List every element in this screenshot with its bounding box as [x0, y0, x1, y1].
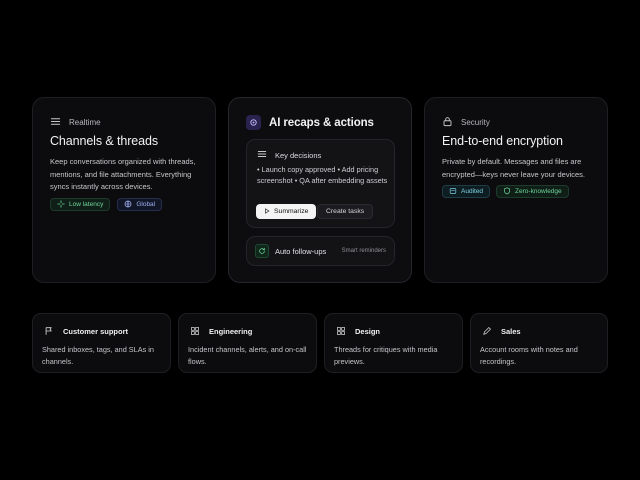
realtime-eyebrow-label: Realtime — [69, 118, 101, 127]
key-decisions-heading: Key decisions — [275, 150, 322, 160]
customer-support-title: Customer support — [63, 326, 129, 336]
play-icon — [264, 207, 270, 216]
summarize-button[interactable]: Summarize — [256, 204, 317, 219]
use-case-engineering[interactable]: Engineering Incident channels, alerts, a… — [178, 313, 317, 373]
design-description: Threads for critiques with media preview… — [334, 345, 438, 366]
realtime-description: Keep conversations organized with thread… — [50, 157, 196, 191]
grid-icon — [334, 324, 348, 338]
use-case-design[interactable]: Design Threads for critiques with media … — [324, 313, 463, 373]
security-description: Private by default. Messages and files a… — [442, 157, 585, 179]
document-icon — [449, 187, 457, 197]
key-decisions-text: • Launch copy approved • Add pricing scr… — [257, 165, 388, 185]
realtime-card: Realtime Channels & threads Keep convers… — [32, 97, 216, 283]
list-icon — [257, 149, 267, 161]
global-badge: Global — [117, 198, 163, 211]
globe-icon — [124, 200, 132, 210]
smart-reminders-hint: Smart reminders — [341, 248, 386, 254]
security-eyebrow-label: Security — [461, 118, 490, 127]
security-eyebrow: Security — [442, 116, 490, 129]
customer-support-description: Shared inboxes, tags, and SLAs in channe… — [42, 345, 154, 366]
use-case-customer-support[interactable]: Customer support Shared inboxes, tags, a… — [32, 313, 171, 373]
low-latency-label: Low latency — [69, 201, 104, 208]
audited-badge: Audited — [442, 185, 491, 198]
auto-followups-panel[interactable]: Auto follow-ups Smart reminders — [246, 236, 395, 266]
engineering-description: Incident channels, alerts, and on-call f… — [188, 345, 307, 366]
ai-badge-icon — [246, 115, 261, 130]
create-tasks-label: Create tasks — [326, 208, 365, 215]
ai-title: AI recaps & actions — [269, 116, 374, 129]
shield-icon — [503, 186, 511, 197]
low-latency-badge: Low latency — [50, 198, 111, 211]
sales-title: Sales — [501, 326, 521, 336]
realtime-title: Channels & threads — [50, 134, 158, 148]
flag-icon — [42, 324, 56, 338]
global-label: Global — [136, 201, 156, 208]
key-decisions-panel: Key decisions • Launch copy approved • A… — [246, 139, 395, 228]
menu-lines-icon — [50, 116, 61, 129]
create-tasks-button[interactable]: Create tasks — [317, 204, 374, 219]
summarize-label: Summarize — [274, 208, 309, 215]
sales-description: Account rooms with notes and recordings. — [480, 345, 578, 366]
realtime-eyebrow: Realtime — [50, 116, 101, 129]
lock-icon — [442, 116, 453, 129]
pen-icon — [480, 324, 494, 338]
use-case-sales[interactable]: Sales Account rooms with notes and recor… — [470, 313, 608, 373]
security-title: End-to-end encryption — [442, 134, 563, 148]
audited-label: Audited — [461, 188, 484, 195]
zero-knowledge-label: Zero-knowledge — [515, 188, 562, 195]
engineering-title: Engineering — [209, 326, 253, 336]
security-card: Security End-to-end encryption Private b… — [424, 97, 608, 283]
zero-knowledge-badge: Zero-knowledge — [496, 185, 569, 198]
ai-recaps-card: AI recaps & actions Key decisions • Laun… — [228, 97, 412, 283]
refresh-icon — [255, 244, 269, 258]
auto-followups-label: Auto follow-ups — [275, 246, 327, 256]
design-title: Design — [355, 326, 381, 336]
spark-icon — [57, 199, 65, 210]
grid-icon — [188, 324, 202, 338]
